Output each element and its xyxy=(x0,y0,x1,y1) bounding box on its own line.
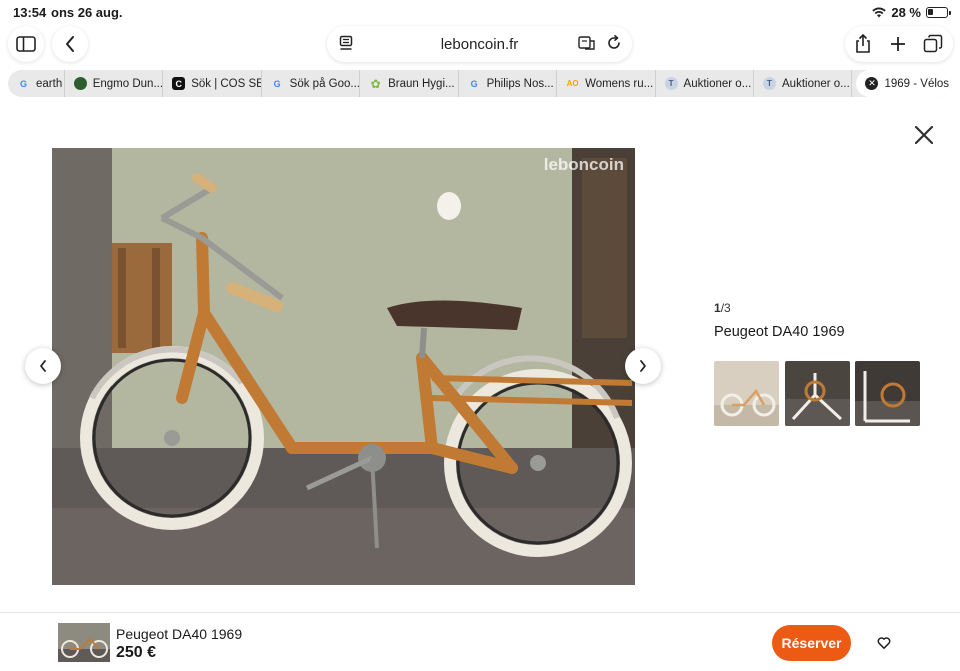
new-tab-plus-icon[interactable] xyxy=(890,36,906,52)
battery-fill xyxy=(928,9,933,15)
watermark-text: leboncoin xyxy=(544,155,624,174)
google-icon: G xyxy=(470,78,478,89)
tab-auktioner-2[interactable]: T Auktioner o... xyxy=(754,70,853,97)
main-photo: leboncoin xyxy=(52,148,635,585)
reserve-button[interactable]: Réserver xyxy=(772,625,851,661)
tabs-overview-icon[interactable] xyxy=(923,34,943,54)
battery-percent: 28 % xyxy=(891,5,921,20)
tab-label: Engmo Dun... xyxy=(92,77,164,90)
listing-bottom-bar: Peugeot DA40 1969 250 € Réserver xyxy=(0,612,960,671)
counter-total: /3 xyxy=(720,301,731,315)
ao-icon: AO xyxy=(566,79,579,88)
tab-label: Womens ru... xyxy=(585,77,654,90)
tab-active-1969-velos[interactable]: ✕ 1969 - Vélos xyxy=(856,70,952,97)
tab-label: earth xyxy=(36,77,63,90)
heart-icon[interactable] xyxy=(877,636,891,650)
ad-title: Peugeot DA40 1969 xyxy=(714,324,845,340)
wifi-icon xyxy=(872,7,887,18)
tab-braun[interactable]: ✿ Braun Hygi... xyxy=(360,70,459,97)
listing-thumbnail-image xyxy=(58,623,110,662)
tab-engmo[interactable]: Engmo Dun... xyxy=(65,70,164,97)
photo-counter: 1/3 xyxy=(714,301,731,315)
google-icon: G xyxy=(273,78,281,89)
tab-label: Auktioner o... xyxy=(782,77,850,90)
auction-icon: T xyxy=(763,77,776,90)
tab-label: 1969 - Vélos xyxy=(884,77,950,90)
battery-icon xyxy=(926,7,951,18)
tab-label: Sök | COS SE xyxy=(191,77,262,90)
browser-toolbar: leboncoin.fr xyxy=(0,24,960,64)
globe-icon xyxy=(73,77,87,90)
tab-label: Sök på Goo... xyxy=(289,77,360,90)
back-button[interactable] xyxy=(52,26,88,62)
tab-strip: G earth Engmo Dun... C Sök | COS SE G Sö… xyxy=(8,70,952,97)
chevron-left-icon xyxy=(66,36,74,52)
tab-auktioner-1[interactable]: T Auktioner o... xyxy=(656,70,754,97)
sidebar-icon xyxy=(16,36,36,52)
chevron-right-icon xyxy=(640,360,646,372)
tab-earth[interactable]: G earth xyxy=(8,70,65,97)
tab-philips[interactable]: G Philips Nos... xyxy=(459,70,558,97)
close-tab-icon[interactable]: ✕ xyxy=(865,77,879,90)
chevron-left-icon xyxy=(40,360,46,372)
google-icon: G xyxy=(19,78,27,89)
tab-label: Philips Nos... xyxy=(486,77,554,90)
tab-google-search[interactable]: G Sök på Goo... xyxy=(262,70,361,97)
status-date: ons 26 aug. xyxy=(51,5,123,20)
tab-womens[interactable]: AO Womens ru... xyxy=(557,70,656,97)
auction-icon: T xyxy=(664,77,678,90)
address-bar[interactable]: leboncoin.fr xyxy=(327,26,632,62)
thumbnail-image xyxy=(785,361,850,426)
reload-icon[interactable] xyxy=(606,35,622,51)
thumbnail-image xyxy=(714,361,779,426)
tab-cos[interactable]: C Sök | COS SE xyxy=(163,70,262,97)
tab-label: Braun Hygi... xyxy=(388,77,455,90)
status-bar: 13:54 ons 26 aug. 28 % xyxy=(0,0,960,24)
next-photo-button[interactable] xyxy=(625,348,661,384)
listing-thumbnail xyxy=(58,623,110,662)
counter-current: 1 xyxy=(714,301,721,315)
status-time: 13:54 xyxy=(13,5,47,20)
leaf-icon: ✿ xyxy=(370,76,381,91)
sidebar-button[interactable] xyxy=(8,26,44,62)
listing-title: Peugeot DA40 1969 xyxy=(116,626,243,642)
thumbnail-image xyxy=(855,361,920,426)
translate-icon[interactable] xyxy=(578,35,596,51)
thumbnail-1[interactable] xyxy=(714,361,779,426)
thumbnail-3[interactable] xyxy=(855,361,920,426)
toolbar-right-group xyxy=(845,26,953,62)
bike-photo-image: leboncoin xyxy=(52,148,635,585)
cos-icon: C xyxy=(172,77,186,90)
close-icon[interactable] xyxy=(913,124,935,146)
listing-price: 250 € xyxy=(116,644,157,661)
share-icon[interactable] xyxy=(854,34,872,54)
tab-label: Auktioner o... xyxy=(683,77,752,90)
previous-photo-button[interactable] xyxy=(25,348,61,384)
status-right: 28 % xyxy=(872,5,951,20)
thumbnail-2[interactable] xyxy=(785,361,850,426)
